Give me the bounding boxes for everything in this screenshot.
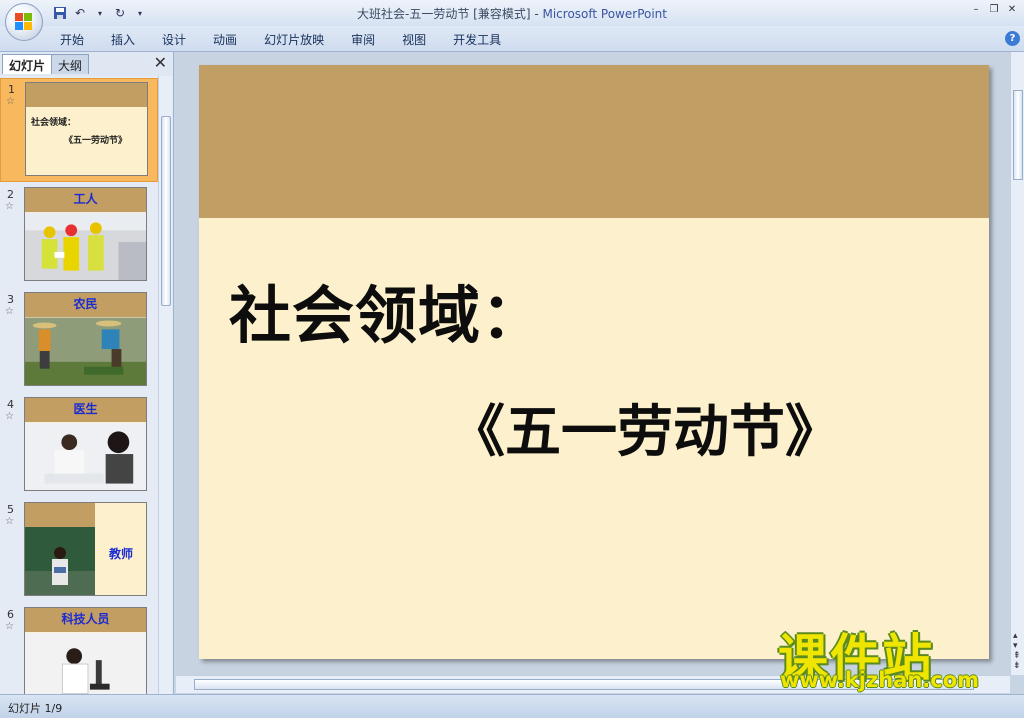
farmers-photo [25,317,146,385]
thumb-title: 教师 [109,547,134,561]
app-name: Microsoft PowerPoint [542,7,667,21]
tab-view[interactable]: 视图 [402,31,426,48]
thumb-header-band [26,83,147,107]
slide-preview: 工人 [24,187,147,281]
thumb-text-line1: 社会领域： [31,118,77,128]
slide-counter: 幻灯片 1/9 [8,702,63,715]
workers-photo [25,212,146,280]
animation-star-icon: ☆ [5,306,14,317]
slides-panel: 幻灯片 大纲 ✕ 1 ☆ 社会领域： 《五一劳动节》 2 ☆ 工人 3 ☆ 农民… [0,52,174,694]
tab-outline[interactable]: 大纲 [51,54,90,74]
title-bar: ↶ ▾ ↻ ▾ 大班社会-五一劳动节 [兼容模式] - Microsoft Po… [0,0,1024,26]
status-bar: 幻灯片 1/9 [0,694,1024,718]
slide-preview: 科技人员 [24,607,147,694]
thumb-text-line2: 《五一劳动节》 [64,136,128,146]
slide-thumbnail-2[interactable]: 2 ☆ 工人 [0,184,158,288]
slide-number: 2 [7,188,14,201]
doctor-photo [25,422,146,490]
scientist-photo [25,632,146,694]
slide-thumbnail-6[interactable]: 6 ☆ 科技人员 [0,604,158,694]
slide-header-band [199,65,989,218]
minimize-icon[interactable]: – [968,3,984,17]
thumb-title: 工人 [73,192,98,206]
slide-title-line1[interactable]: 社会领域： [229,265,544,355]
ribbon-tab-bar: 开始 插入 设计 动画 幻灯片放映 审阅 视图 开发工具 ? [0,26,1024,52]
teacher-photo [25,527,95,595]
animation-star-icon: ☆ [5,621,14,632]
slide-number: 6 [7,608,14,621]
scrollbar-thumb[interactable] [1013,90,1023,180]
slide-number: 5 [7,503,14,516]
office-button[interactable] [5,3,43,41]
slide-number: 1 [8,83,15,96]
help-icon[interactable]: ? [1005,31,1020,46]
thumb-title: 农民 [73,297,98,311]
slide-title-line2[interactable]: 《五一劳动节》 [449,387,841,468]
thumbnail-scrollbar[interactable] [158,76,172,694]
thumb-title: 科技人员 [61,612,110,626]
document-title: 大班社会-五一劳动节 [兼容模式] - [357,7,543,21]
watermark-logo: 课件站 www.kjzhan.com [776,618,1006,694]
window-controls: – ❐ ✕ [968,3,1020,17]
slide-preview: 医生 [24,397,147,491]
tab-home[interactable]: 开始 [60,31,84,48]
slide-preview: 农民 [24,292,147,386]
window-title: 大班社会-五一劳动节 [兼容模式] - Microsoft PowerPoint [0,5,1024,22]
tab-slides[interactable]: 幻灯片 [2,54,53,74]
slide-number: 4 [7,398,14,411]
close-panel-icon[interactable]: ✕ [154,53,167,72]
animation-star-icon: ☆ [5,516,14,527]
tab-slideshow[interactable]: 幻灯片放映 [264,31,324,48]
thumb-header-band [25,503,95,527]
close-icon[interactable]: ✕ [1004,3,1020,17]
slide-preview: 教师 [24,502,147,596]
thumb-title: 医生 [73,402,98,416]
slide-preview: 社会领域： 《五一劳动节》 [25,82,148,176]
slide-thumbnail-1[interactable]: 1 ☆ 社会领域： 《五一劳动节》 [0,78,158,182]
tab-animation[interactable]: 动画 [213,31,237,48]
vertical-scrollbar[interactable]: ▴ ▾ ⇞ ⇟ [1010,52,1024,675]
prev-next-slide-icons[interactable]: ▴ ▾ ⇞ ⇟ [1013,631,1021,671]
tab-developer[interactable]: 开发工具 [453,31,501,48]
slide-thumbnail-list: 1 ☆ 社会领域： 《五一劳动节》 2 ☆ 工人 3 ☆ 农民 4 ☆ 医生 5… [0,76,158,694]
animation-star-icon: ☆ [5,411,14,422]
slide-thumbnail-3[interactable]: 3 ☆ 农民 [0,289,158,393]
slide-thumbnail-4[interactable]: 4 ☆ 医生 [0,394,158,498]
animation-star-icon: ☆ [6,96,15,107]
animation-star-icon: ☆ [5,201,14,212]
restore-icon[interactable]: ❐ [986,3,1002,17]
slide-number: 3 [7,293,14,306]
tab-design[interactable]: 设计 [162,31,186,48]
current-slide[interactable]: 社会领域： 《五一劳动节》 [199,65,989,659]
tab-insert[interactable]: 插入 [111,31,135,48]
watermark-url: www.kjzhan.com [780,668,980,692]
scrollbar-thumb[interactable] [161,116,171,306]
slide-editing-area: 社会领域： 《五一劳动节》 [176,52,1010,675]
tab-review[interactable]: 审阅 [351,31,375,48]
office-logo-icon [15,13,33,31]
slide-thumbnail-5[interactable]: 5 ☆ 教师 [0,499,158,603]
